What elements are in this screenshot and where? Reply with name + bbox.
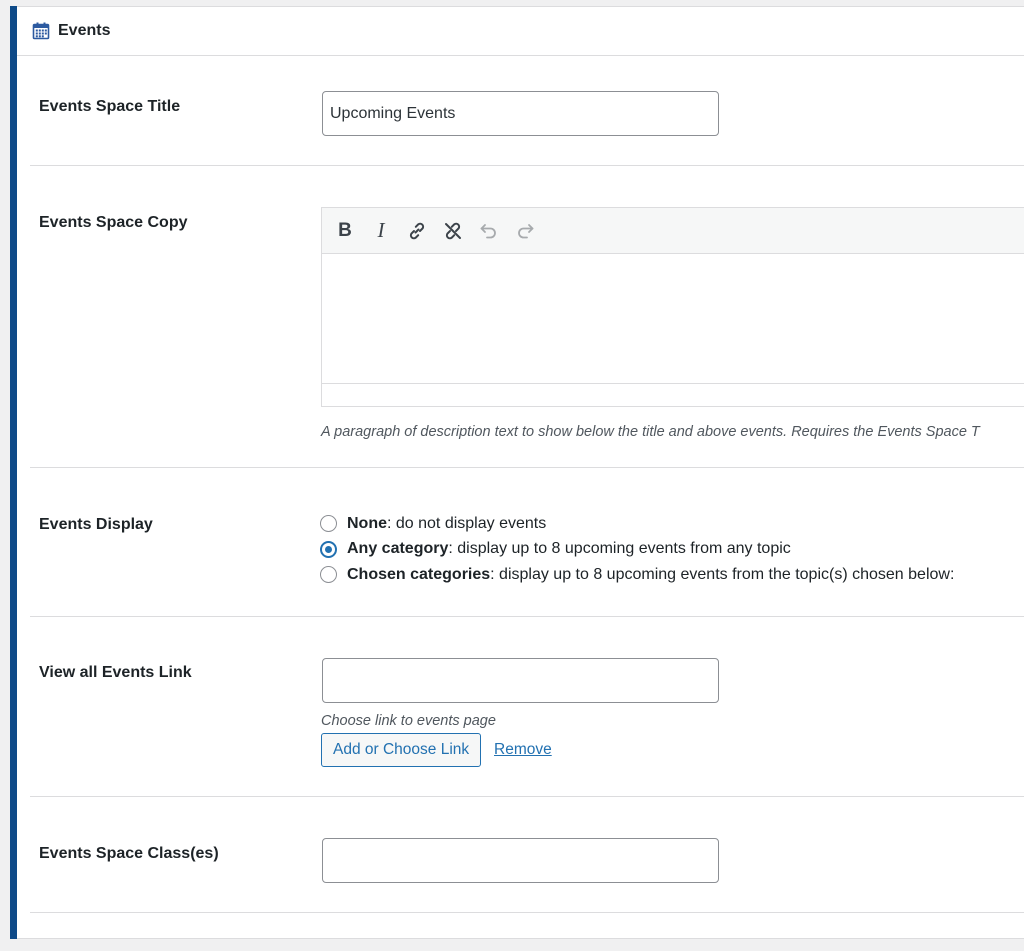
italic-icon: I [377,218,385,242]
radio-option-none[interactable]: None: do not display events [320,511,954,537]
space-title-input[interactable] [322,91,719,136]
redo-icon [518,223,534,238]
remove-link[interactable]: Remove [494,741,552,759]
editor-content-area[interactable] [322,254,1024,385]
row-events-display: Events Display None: do not display even… [30,467,1024,617]
italic-button[interactable]: I [366,216,396,246]
space-copy-label: Events Space Copy [39,214,188,231]
space-classes-label: Events Space Class(es) [39,845,219,862]
accent-bar [10,6,17,939]
radio-none[interactable] [320,515,337,533]
radio-option-chosen-categories[interactable]: Chosen categories: display up to 8 upcom… [320,562,954,588]
space-classes-input[interactable] [322,838,719,883]
row-space-copy: Events Space Copy B I A paragraph of des… [30,165,1024,468]
radio-any-category-text: : display up to 8 upcoming events from a… [448,540,791,558]
bold-icon: B [338,219,352,241]
row-space-title: Events Space Title [30,55,1024,166]
link-icon [409,222,425,239]
rich-text-editor: B I [321,207,1024,407]
events-display-radio-group: None: do not display events Any category… [320,511,954,588]
space-copy-help: A paragraph of description text to show … [321,424,980,440]
link-button[interactable] [402,216,432,246]
panel-header: Events [17,7,1024,56]
space-title-label: Events Space Title [39,98,181,115]
bold-button[interactable]: B [330,216,360,246]
row-space-classes: Events Space Class(es) [30,796,1024,913]
undo-button[interactable] [474,216,504,246]
radio-option-any-category[interactable]: Any category: display up to 8 upcoming e… [320,537,954,563]
calendar-icon [32,22,50,40]
undo-icon [480,223,496,238]
redo-button[interactable] [510,216,540,246]
panel-title: Events [58,22,111,39]
radio-chosen-categories-text: : display up to 8 upcoming events from t… [490,565,955,583]
editor-toolbar: B I [322,208,1024,254]
add-or-choose-link-button[interactable]: Add or Choose Link [321,733,482,767]
radio-any-category-strong: Any category [347,540,449,558]
radio-chosen-categories[interactable] [320,566,337,584]
view-all-link-help: Choose link to events page [321,713,496,729]
events-display-label: Events Display [39,516,153,533]
unlink-icon [445,222,461,239]
editor-status-bar [322,383,1024,406]
view-all-link-input[interactable] [322,658,719,703]
radio-chosen-categories-strong: Chosen categories [347,565,491,583]
unlink-button[interactable] [438,216,468,246]
radio-none-text: : do not display events [387,514,547,532]
events-panel: Events Events Space Title Events Space C… [10,6,1024,939]
view-all-link-label: View all Events Link [39,664,192,681]
radio-any-category[interactable] [320,540,337,558]
row-view-all-link: View all Events Link Choose link to even… [30,616,1024,797]
radio-none-strong: None [347,514,387,532]
